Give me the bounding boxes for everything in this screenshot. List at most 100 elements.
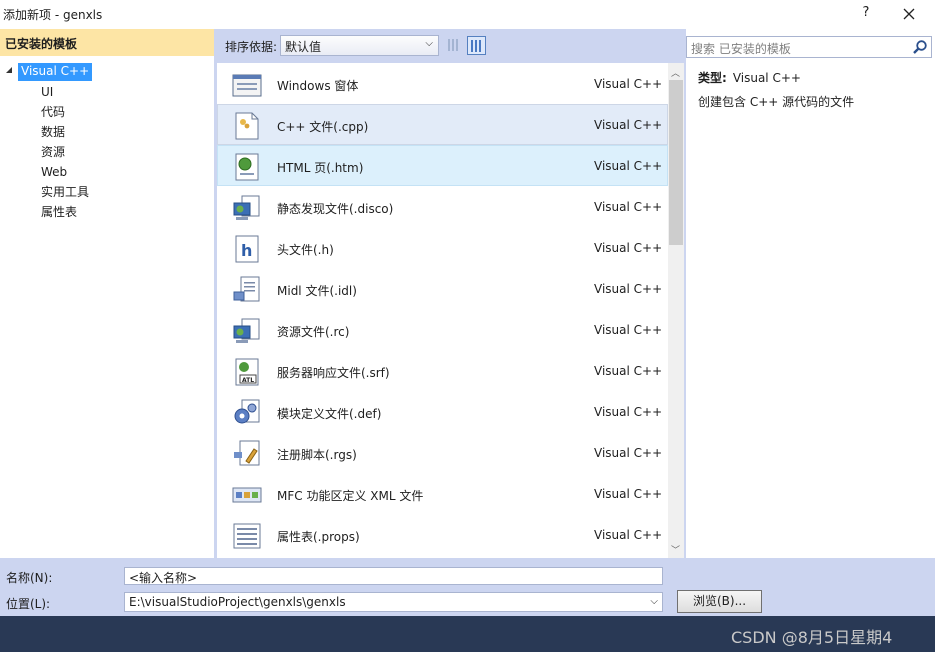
scroll-up-icon[interactable]: ︿ — [671, 66, 680, 79]
help-button[interactable]: ? — [857, 3, 875, 23]
tree-expander-icon[interactable] — [6, 67, 12, 73]
template-row[interactable]: MFC 功能区定义 XML 文件 Visual C++ — [217, 473, 668, 514]
tree-item-web[interactable]: Web — [0, 162, 214, 182]
template-name: Windows 窗体 — [277, 79, 359, 93]
mfc-ribbon-icon — [232, 480, 262, 510]
header-file-icon: h — [232, 234, 262, 264]
type-label: 类型: — [698, 71, 727, 85]
template-language: Visual C++ — [594, 528, 663, 542]
template-row[interactable]: 资源文件(.rc) Visual C++ — [217, 309, 668, 350]
template-tree-pane: 已安装的模板 Visual C++ UI 代码 数据 资源 Web 实用工具 属… — [0, 29, 214, 558]
template-name: Midl 文件(.idl) — [277, 284, 357, 298]
template-name: 静态发现文件(.disco) — [277, 202, 394, 216]
small-icons-view-button[interactable] — [445, 36, 464, 55]
close-button[interactable] — [898, 3, 920, 25]
small-icons-view-icon — [448, 39, 460, 54]
template-row[interactable]: Midl 文件(.idl) Visual C++ — [217, 268, 668, 309]
search-placeholder: 搜索 已安装的模板 — [691, 42, 791, 56]
location-label: 位置(L): — [6, 597, 51, 611]
template-language: Visual C++ — [594, 364, 663, 378]
scroll-down-icon[interactable]: ﹀ — [671, 543, 680, 556]
template-language: Visual C++ — [594, 323, 663, 337]
template-row[interactable]: 模块定义文件(.def) Visual C++ — [217, 391, 668, 432]
sort-value: 默认值 — [285, 40, 322, 54]
medium-icons-view-icon — [471, 40, 483, 55]
dialog-footer: CSDN @8月5日星期4 — [0, 616, 935, 652]
windows-form-icon — [232, 70, 262, 100]
location-field[interactable]: E:\visualStudioProject\genxls\genxls ⌵ — [124, 592, 663, 612]
tree-item-ui[interactable]: UI — [0, 82, 214, 102]
medium-icons-view-button[interactable] — [467, 36, 486, 55]
close-icon — [903, 8, 915, 20]
template-row[interactable]: 静态发现文件(.disco) Visual C++ — [217, 186, 668, 227]
template-name: 服务器响应文件(.srf) — [277, 366, 390, 380]
template-type: 类型: Visual C++ — [698, 69, 801, 86]
name-label: 名称(N): — [6, 571, 53, 585]
template-row[interactable]: C++ 文件(.cpp) Visual C++ — [217, 104, 668, 145]
template-language: Visual C++ — [594, 282, 663, 296]
template-row[interactable]: Windows 窗体 Visual C++ — [217, 63, 668, 104]
template-name: MFC 功能区定义 XML 文件 — [277, 489, 424, 503]
svg-text:ATL: ATL — [242, 377, 254, 384]
template-language: Visual C++ — [594, 487, 663, 501]
watermark: CSDN @8月5日星期4 — [731, 628, 893, 647]
template-row[interactable]: ATL 服务器响应文件(.srf) Visual C++ — [217, 350, 668, 391]
template-description: 创建包含 C++ 源代码的文件 — [698, 95, 855, 109]
rgs-file-icon — [232, 439, 262, 469]
tree-item-property-sheet[interactable]: 属性表 — [0, 202, 214, 222]
scrollbar-thumb[interactable] — [669, 80, 683, 245]
tree-item-label[interactable]: Visual C++ — [18, 63, 93, 81]
template-language: Visual C++ — [594, 405, 663, 419]
template-row[interactable]: h 头文件(.h) Visual C++ — [217, 227, 668, 268]
dialog-content: 已安装的模板 Visual C++ UI 代码 数据 资源 Web 实用工具 属… — [0, 29, 935, 558]
template-name: 头文件(.h) — [277, 243, 334, 257]
template-list-scrollbar[interactable]: ︿ ﹀ — [668, 63, 684, 558]
installed-templates-header: 已安装的模板 — [0, 29, 214, 56]
template-tree: Visual C++ UI 代码 数据 资源 Web 实用工具 属性表 — [0, 56, 214, 222]
tree-item-code[interactable]: 代码 — [0, 102, 214, 122]
template-name: 属性表(.props) — [277, 530, 360, 544]
tree-item-utility[interactable]: 实用工具 — [0, 182, 214, 202]
sort-label: 排序依据: — [225, 40, 278, 54]
svg-text:h: h — [241, 241, 252, 260]
template-language: Visual C++ — [594, 446, 663, 460]
idl-file-icon — [232, 275, 262, 305]
template-name: 资源文件(.rc) — [277, 325, 350, 339]
search-icon[interactable] — [912, 39, 928, 55]
srf-file-icon: ATL — [232, 357, 262, 387]
name-field[interactable]: <输入名称> — [124, 567, 663, 585]
browse-button[interactable]: 浏览(B)... — [677, 590, 762, 613]
props-file-icon — [232, 521, 262, 551]
def-file-icon — [232, 398, 262, 428]
window-title: 添加新项 - genxls — [3, 8, 103, 22]
list-toolbar: 排序依据: 默认值 ⌵ — [217, 29, 684, 63]
details-pane: 搜索 已安装的模板 类型: Visual C++ 创建包含 C++ 源代码的文件 — [686, 29, 935, 558]
html-page-icon — [232, 152, 262, 182]
sort-dropdown[interactable]: 默认值 ⌵ — [280, 35, 439, 56]
item-form: 名称(N): <输入名称> 位置(L): E:\visualStudioProj… — [0, 558, 935, 616]
template-language: Visual C++ — [594, 241, 663, 255]
cpp-file-icon — [232, 111, 262, 141]
template-language: Visual C++ — [594, 77, 663, 91]
template-name: 注册脚本(.rgs) — [277, 448, 357, 462]
template-row[interactable]: 属性表(.props) Visual C++ — [217, 514, 668, 555]
template-list: Windows 窗体 Visual C++ C++ 文件(.cpp) Visua… — [217, 63, 668, 558]
chevron-down-icon[interactable]: ⌵ — [650, 596, 658, 607]
resource-file-icon — [232, 316, 262, 346]
type-value: Visual C++ — [732, 71, 801, 85]
tree-item-data[interactable]: 数据 — [0, 122, 214, 142]
location-value: E:\visualStudioProject\genxls\genxls — [129, 595, 346, 609]
template-row[interactable]: HTML 页(.htm) Visual C++ — [217, 145, 668, 186]
template-name: C++ 文件(.cpp) — [277, 120, 369, 134]
template-name: HTML 页(.htm) — [277, 161, 364, 175]
tree-item-resource[interactable]: 资源 — [0, 142, 214, 162]
chevron-down-icon: ⌵ — [425, 38, 433, 49]
template-name: 模块定义文件(.def) — [277, 407, 382, 421]
template-list-pane: 排序依据: 默认值 ⌵ Windows 窗体 Visual C++ C++ 文件… — [217, 29, 684, 558]
title-bar: 添加新项 - genxls ? — [0, 0, 935, 29]
tree-item-visual-cpp[interactable]: Visual C++ — [0, 63, 214, 82]
template-language: Visual C++ — [594, 159, 663, 173]
disco-file-icon — [232, 193, 262, 223]
search-input[interactable]: 搜索 已安装的模板 — [686, 36, 932, 58]
template-row[interactable]: 注册脚本(.rgs) Visual C++ — [217, 432, 668, 473]
